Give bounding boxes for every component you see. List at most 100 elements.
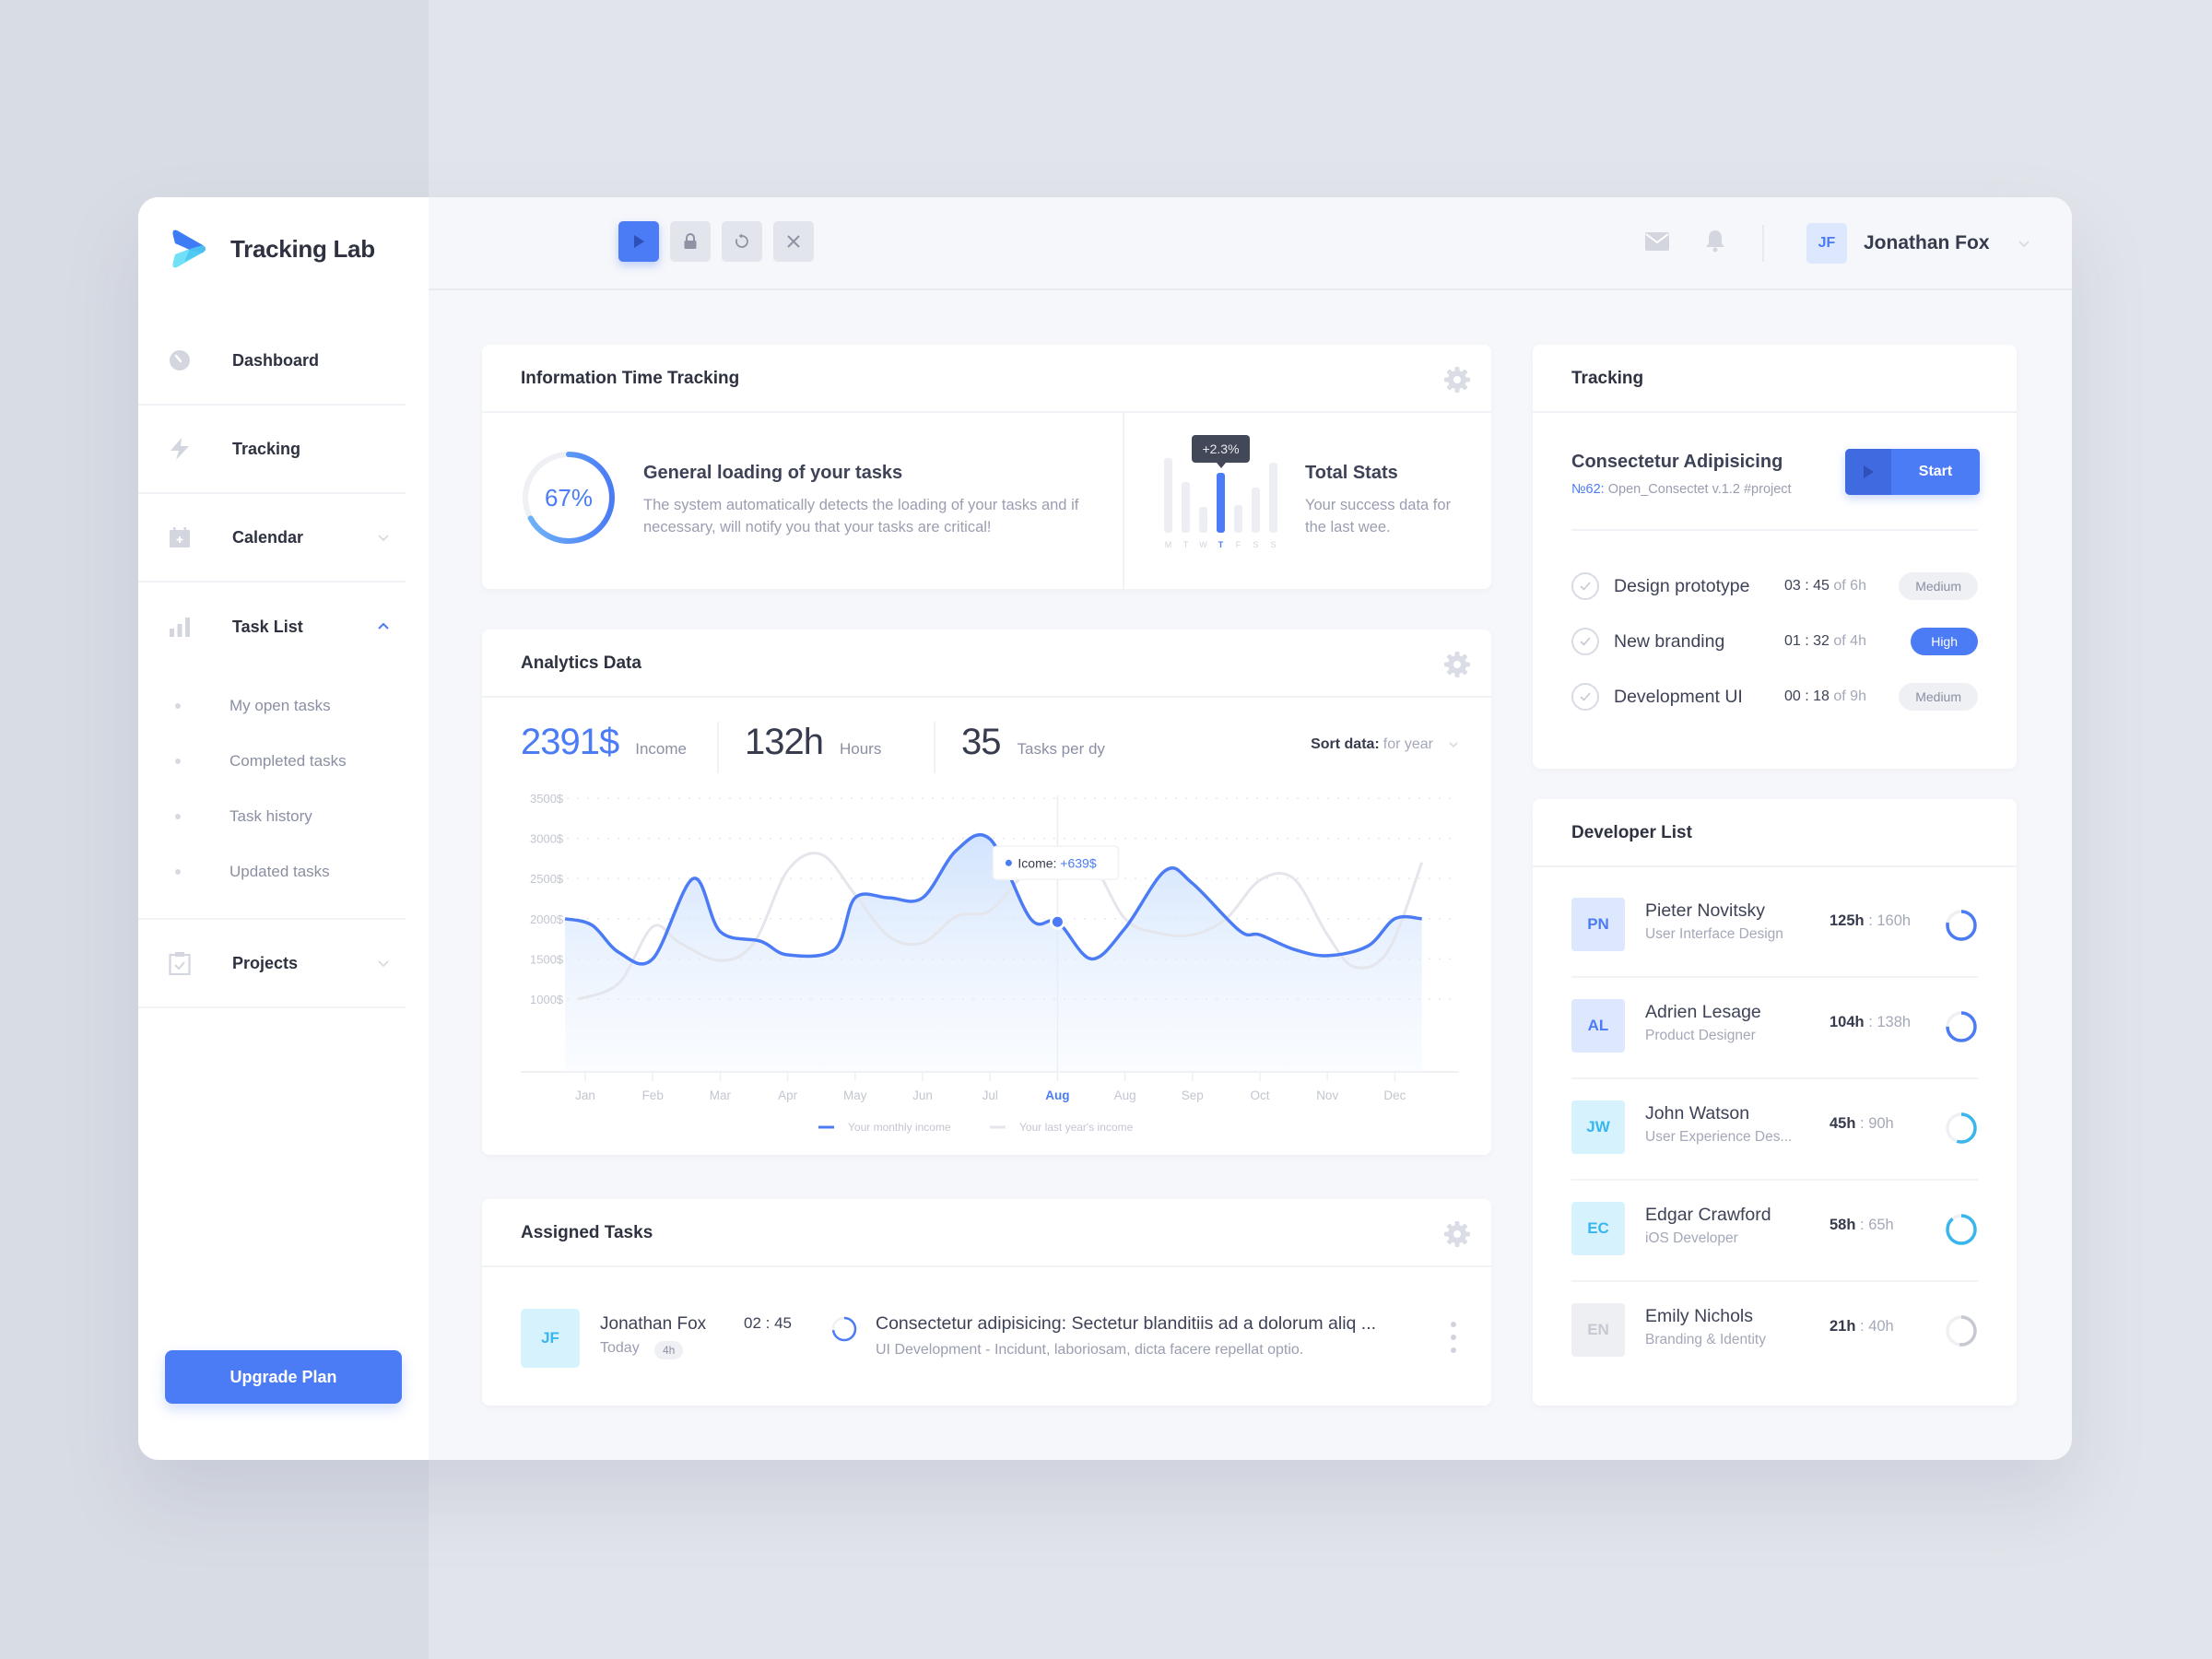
submenu-item-my-open-tasks[interactable]: My open tasks bbox=[138, 678, 406, 734]
gear-icon[interactable] bbox=[1443, 651, 1471, 678]
sidebar-item-projects[interactable]: Projects bbox=[138, 920, 406, 1008]
mini-bar bbox=[1234, 505, 1242, 533]
divider bbox=[934, 722, 935, 773]
chart-legend: Your monthly income Your last year's inco… bbox=[818, 1121, 1134, 1134]
logo[interactable]: Tracking Lab bbox=[171, 229, 375, 269]
check-circle-icon[interactable] bbox=[1571, 628, 1599, 655]
priority-badge: Medium bbox=[1899, 572, 1978, 600]
current-task-meta: №62: Open_Consectet v.1.2 #project bbox=[1571, 482, 1792, 497]
sidebar-item-tracking[interactable]: Tracking bbox=[138, 406, 406, 494]
developer-list-card: Developer List PN Pieter Novitsky User Int… bbox=[1533, 799, 2017, 1406]
developer-role: Product Designer bbox=[1645, 1028, 1756, 1043]
developer-hours: 21h : 40h bbox=[1830, 1318, 1894, 1335]
more-options-icon[interactable] bbox=[1449, 1322, 1458, 1353]
submenu-item-completed-tasks[interactable]: Completed tasks bbox=[138, 734, 406, 789]
x-tick-label: Apr bbox=[778, 1088, 798, 1102]
close-button[interactable] bbox=[773, 221, 814, 262]
lock-button[interactable] bbox=[670, 221, 711, 262]
developer-row[interactable]: EN Emily Nichols Branding & Identity 21h : … bbox=[1571, 1282, 1978, 1383]
mini-bar-label: M bbox=[1164, 540, 1172, 549]
bullet-icon bbox=[175, 869, 181, 875]
chevron-down-icon[interactable] bbox=[2018, 237, 2030, 250]
developer-role: User Experience Des... bbox=[1645, 1129, 1793, 1145]
monthly-income-point[interactable] bbox=[1049, 913, 1065, 930]
bullet-icon bbox=[175, 814, 181, 819]
avatar: JF bbox=[1806, 223, 1847, 264]
sidebar-item-dashboard[interactable]: Dashboard bbox=[138, 317, 406, 406]
hours-logged: 21h bbox=[1830, 1318, 1856, 1335]
developer-row[interactable]: PN Pieter Novitsky User Interface Design 12… bbox=[1571, 877, 1978, 978]
chevron-down-icon[interactable] bbox=[376, 530, 391, 545]
bullet-icon bbox=[175, 703, 181, 709]
sidebar-item-label: Projects bbox=[232, 953, 299, 972]
bell-icon[interactable] bbox=[1704, 229, 1726, 253]
submenu-label: My open tasks bbox=[229, 697, 331, 714]
mini-bar-label: T bbox=[1182, 540, 1189, 549]
sidebar-item-calendar[interactable]: Calendar bbox=[138, 494, 406, 582]
chevron-up-icon[interactable] bbox=[376, 619, 391, 634]
tooltip-dot-icon bbox=[1005, 859, 1012, 866]
developer-row[interactable]: EC Edgar Crawford iOS Developer 58h : 65h bbox=[1571, 1181, 1978, 1282]
x-tick-label: May bbox=[843, 1088, 867, 1102]
start-button[interactable]: Start bbox=[1845, 449, 1980, 495]
total-stats-title: Total Stats bbox=[1305, 463, 1398, 483]
legend-label: Your last year's income bbox=[1019, 1121, 1134, 1134]
divider bbox=[1123, 413, 1124, 589]
stat-value: 132h bbox=[745, 722, 824, 762]
estimate: of 6h bbox=[1833, 578, 1866, 594]
mini-bar bbox=[1252, 487, 1260, 533]
upgrade-plan-button[interactable]: Upgrade Plan bbox=[165, 1350, 402, 1404]
developer-row[interactable]: AL Adrien Lesage Product Designer 104h : 13… bbox=[1571, 978, 1978, 1079]
income-area-chart[interactable]: 3500$ 3000$ 2500$ 2000$ 1500$ 1000$ Jan Feb Mar A… bbox=[482, 786, 1491, 1155]
sort-data-dropdown[interactable]: Sort data: for year bbox=[1311, 736, 1459, 753]
user-menu[interactable]: JF Jonathan Fox bbox=[1806, 223, 2030, 264]
estimate: of 4h bbox=[1833, 633, 1866, 649]
gear-icon[interactable] bbox=[1443, 366, 1471, 394]
x-tick-label: Dec bbox=[1383, 1088, 1406, 1102]
y-tick-label: 2500$ bbox=[530, 872, 564, 886]
calendar-icon bbox=[168, 525, 192, 549]
mini-bar bbox=[1164, 458, 1172, 533]
chevron-down-icon[interactable] bbox=[376, 956, 391, 971]
task-row[interactable]: JF Jonathan Fox Today 4h 02 : 45 Consect… bbox=[521, 1309, 1491, 1368]
y-tick-label: 3500$ bbox=[530, 792, 564, 806]
legend-label: Your monthly income bbox=[848, 1121, 951, 1134]
duration-badge: 4h bbox=[654, 1341, 684, 1359]
developer-name: John Watson bbox=[1645, 1103, 1750, 1124]
check-circle-icon[interactable] bbox=[1571, 572, 1599, 600]
topbar: JF Jonathan Fox bbox=[429, 197, 2072, 290]
y-tick-label: 1500$ bbox=[530, 952, 564, 966]
submenu-item-task-history[interactable]: Task history bbox=[138, 789, 406, 844]
card-title: Tracking bbox=[1571, 369, 1644, 388]
refresh-button[interactable] bbox=[722, 221, 762, 262]
sidebar-item-label: Dashboard bbox=[232, 350, 320, 370]
x-tick-label: Nov bbox=[1316, 1088, 1338, 1102]
stat-tasks-per-day: 35 Tasks per dy bbox=[961, 722, 1105, 763]
play-button[interactable] bbox=[618, 221, 659, 262]
gear-icon[interactable] bbox=[1443, 1220, 1471, 1248]
analytics-card: Analytics Data 2391$ Income 132h Hours 3… bbox=[482, 629, 1491, 1155]
developer-hours: 45h : 90h bbox=[1830, 1115, 1894, 1133]
mini-chart-tooltip: +2.3% bbox=[1192, 435, 1250, 468]
avatar: AL bbox=[1571, 999, 1625, 1053]
check-circle-icon[interactable] bbox=[1571, 683, 1599, 711]
hours-total: : 65h bbox=[1860, 1217, 1894, 1233]
sidebar-item-label: Tracking bbox=[232, 439, 301, 458]
sidebar-item-task-list[interactable]: Task List bbox=[138, 582, 406, 671]
developer-hours: 125h : 160h bbox=[1830, 912, 1911, 930]
start-label: Start bbox=[1918, 464, 1953, 479]
mini-bar bbox=[1217, 472, 1225, 533]
sort-value: for year bbox=[1382, 736, 1433, 752]
x-tick-label: Mar bbox=[710, 1088, 732, 1102]
avatar: JF bbox=[521, 1309, 580, 1368]
submenu-item-updated-tasks[interactable]: Updated tasks bbox=[138, 844, 406, 900]
task-time: 01 : 32 of 4h bbox=[1784, 633, 1895, 650]
task-name: Design prototype bbox=[1614, 575, 1750, 596]
developer-row[interactable]: JW John Watson User Experience Des... 45h :… bbox=[1571, 1079, 1978, 1181]
mail-icon[interactable] bbox=[1645, 232, 1669, 251]
developer-name: Emily Nichols bbox=[1645, 1306, 1754, 1326]
mini-bar bbox=[1199, 506, 1207, 533]
developer-role: Branding & Identity bbox=[1645, 1332, 1766, 1347]
sidebar-nav: Dashboard Tracking Calendar Task List My… bbox=[138, 317, 406, 1008]
sort-label: Sort data: bbox=[1311, 736, 1380, 752]
